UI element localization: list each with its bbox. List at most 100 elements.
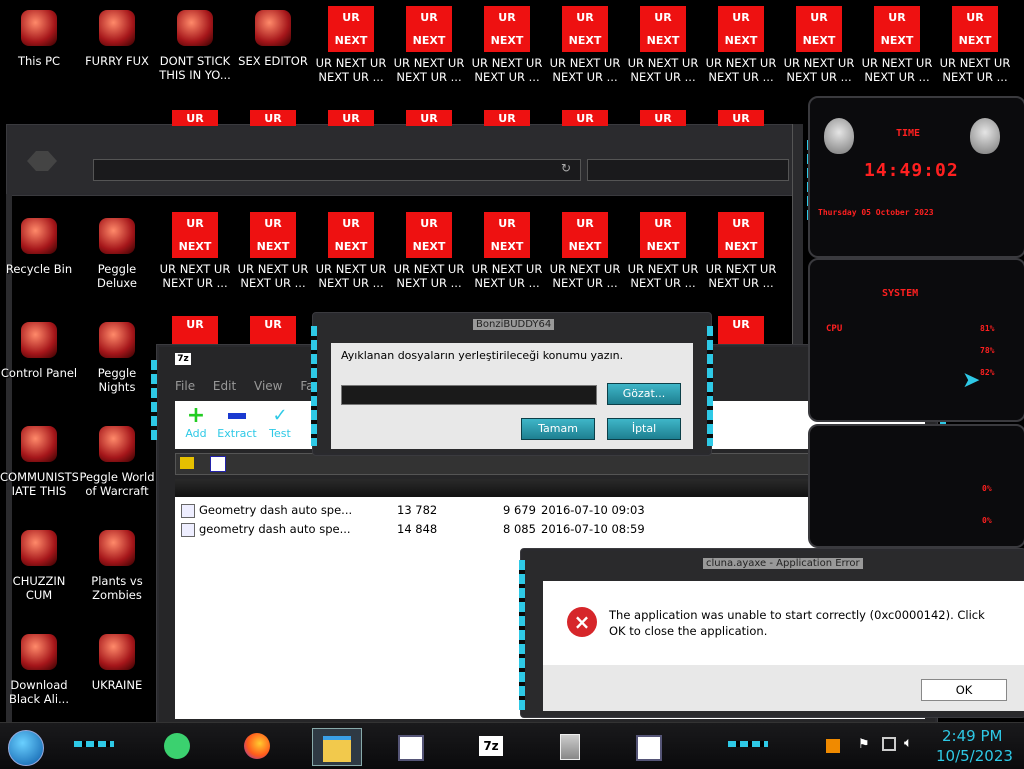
desktop-icon-label: UR NEXT UR NEXT UR ... — [159, 262, 231, 290]
file-packed: 9 679 — [503, 503, 536, 517]
ur-next-icon-top-6[interactable]: UR NEXT UR NEXT UR NEXT UR ... — [780, 6, 858, 84]
desktop-icon-label: UR NEXT UR NEXT UR ... — [393, 262, 465, 290]
ur-next-icon-top-3[interactable]: UR NEXT UR NEXT UR NEXT UR ... — [546, 6, 624, 84]
explorer-nav-icon[interactable] — [27, 151, 57, 171]
ur-next-icon-row2-3[interactable]: UR NEXT UR NEXT UR NEXT UR ... — [390, 212, 468, 290]
monitor-icon — [17, 6, 61, 50]
desktop-icon-col1-2[interactable]: COMMUNISTS IATE THIS G... — [0, 422, 78, 500]
system-gadget: SYSTEM CPU 81% 78% 82% ➤ — [808, 258, 1024, 422]
control-panel-icon — [17, 318, 61, 362]
desktop-icon-col1-0[interactable]: Recycle Bin — [0, 214, 78, 276]
test-button[interactable]: ✓ Test — [265, 405, 295, 440]
desktop-icon-col2-4[interactable]: UKRAINE — [78, 630, 156, 692]
desktop-icon-label: UR NEXT UR NEXT UR ... — [393, 56, 465, 84]
cursor-arrow-icon: ➤ — [962, 368, 981, 393]
ur-next-icon-row2-2[interactable]: UR NEXT UR NEXT UR NEXT UR ... — [312, 212, 390, 290]
tray-volume-icon[interactable]: 🔈︎ — [904, 735, 912, 751]
ur-next-icon-top-8[interactable]: UR NEXT UR NEXT UR NEXT UR ... — [936, 6, 1014, 84]
clock-time[interactable]: 2:49 PM — [942, 727, 1002, 745]
desktop-icon-label: UR NEXT UR NEXT UR ... — [549, 262, 621, 290]
dialog-right-deco — [707, 326, 713, 446]
desktop-icon-label: UR NEXT UR NEXT UR ... — [705, 262, 777, 290]
ur-next-icon-partial[interactable]: UR — [250, 110, 296, 126]
desktop-icon-label: Download Black Ali... — [9, 678, 69, 706]
taskbar: 7z ⚑ 🔈︎ 2:49 PM 10/5/2023 — [0, 722, 1024, 769]
ur-next-icon-top-1[interactable]: UR NEXT UR NEXT UR NEXT UR ... — [390, 6, 468, 84]
ok-button[interactable]: Tamam — [521, 418, 595, 440]
desktop-icon-1[interactable]: FURRY FUX — [78, 6, 156, 68]
ur-next-icon-partial[interactable]: UR — [172, 316, 218, 344]
refresh-icon[interactable]: ↻ — [561, 161, 571, 175]
tray-network-icon[interactable] — [882, 737, 896, 751]
ur-next-icon-row2-0[interactable]: UR NEXT UR NEXT UR NEXT UR ... — [156, 212, 234, 290]
firefox-icon — [95, 6, 139, 50]
ur-next-icon-partial[interactable]: UR — [250, 316, 296, 344]
desktop-icon-label: UR NEXT UR NEXT UR ... — [549, 56, 621, 84]
taskbar-app-chat[interactable] — [162, 731, 192, 761]
gadget-time: 14:49:02 — [864, 160, 959, 181]
ur-next-icon-partial[interactable]: UR — [640, 110, 686, 126]
desktop-icon-col2-2[interactable]: Peggle World of Warcraft — [78, 422, 156, 498]
ur-next-icon-row2-6[interactable]: UR NEXT UR NEXT UR NEXT UR ... — [624, 212, 702, 290]
ur-next-icon-row2-7[interactable]: UR NEXT UR NEXT UR NEXT UR ... — [702, 212, 780, 290]
clock-date[interactable]: 10/5/2023 — [936, 747, 1013, 765]
ur-next-icon-top-7[interactable]: UR NEXT UR NEXT UR NEXT UR ... — [858, 6, 936, 84]
error-dialog-title: cluna.ayaxe - Application Error — [703, 558, 863, 569]
extract-path-input[interactable] — [341, 385, 597, 405]
cancel-button[interactable]: İptal — [607, 418, 681, 440]
desktop-icon-2[interactable]: DONT STICK THIS IN YO... — [156, 6, 234, 82]
ur-next-icon-row2-1[interactable]: UR NEXT UR NEXT UR NEXT UR ... — [234, 212, 312, 290]
desktop-icon-label: This PC — [17, 54, 61, 68]
explorer-address-bar[interactable] — [93, 159, 581, 181]
ur-next-icon-partial[interactable]: UR — [718, 316, 764, 344]
desktop-icon-label: Peggle World of Warcraft — [79, 470, 155, 498]
taskbar-app-firefox[interactable] — [242, 731, 272, 761]
extract-button[interactable]: Extract — [217, 405, 257, 440]
ur-next-icon-top-5[interactable]: UR NEXT UR NEXT UR NEXT UR ... — [702, 6, 780, 84]
desktop-icon-col2-3[interactable]: Plants vs Zombies — [78, 526, 156, 602]
taskbar-app-7zip[interactable]: 7z — [476, 731, 506, 761]
notepad-icon — [636, 735, 662, 761]
taskbar-app-setup[interactable] — [554, 731, 584, 761]
menu-file[interactable]: File — [175, 379, 195, 393]
ur-next-icon-top-4[interactable]: UR NEXT UR NEXT UR NEXT UR ... — [624, 6, 702, 84]
ur-next-icon-top-0[interactable]: UR NEXT UR NEXT UR NEXT UR ... — [312, 6, 390, 84]
cpu-value-1: 81% — [980, 324, 995, 333]
add-button[interactable]: + Add — [181, 405, 211, 441]
desktop-icon-3[interactable]: SEX EDITOR — [234, 6, 312, 68]
taskbar-app-explorer[interactable] — [312, 728, 362, 766]
desktop-icon-0[interactable]: This PC — [0, 6, 78, 68]
ur-next-icon-partial[interactable]: UR — [172, 110, 218, 126]
start-button[interactable] — [8, 730, 44, 766]
money-bag-icon — [17, 422, 61, 466]
desktop-icon-col1-1[interactable]: Control Panel — [0, 318, 78, 380]
folder-up-icon[interactable] — [180, 457, 194, 469]
ur-next-icon-top-2[interactable]: UR NEXT UR NEXT UR NEXT UR ... — [468, 6, 546, 84]
taskbar-app-notepad-1[interactable] — [394, 731, 424, 761]
ur-next-icon-row2-5[interactable]: UR NEXT UR NEXT UR NEXT UR ... — [546, 212, 624, 290]
ur-next-icon: UR NEXT — [484, 6, 530, 52]
ur-next-icon-partial[interactable]: UR — [718, 110, 764, 126]
desktop-icon-col1-4[interactable]: Download Black Ali... — [0, 630, 78, 706]
menu-view[interactable]: View — [254, 379, 282, 393]
ur-next-icon: UR NEXT — [718, 212, 764, 258]
menu-edit[interactable]: Edit — [213, 379, 236, 393]
cpu-label: CPU — [826, 324, 843, 334]
desktop-icon-col1-3[interactable]: CHUZZIN CUM — [0, 526, 78, 602]
tray-flag-icon[interactable]: ⚑ — [858, 737, 870, 752]
ur-next-icon-partial[interactable]: UR — [406, 110, 452, 126]
tray-java-icon[interactable] — [826, 739, 840, 753]
error-message: The application was unable to start corr… — [609, 608, 985, 638]
ur-next-icon-partial[interactable]: UR — [562, 110, 608, 126]
browse-button[interactable]: Gözat... — [607, 383, 681, 405]
desktop-icon-col2-0[interactable]: Peggle Deluxe — [78, 214, 156, 290]
desktop-icon-col2-1[interactable]: Peggle Nights Deluxe — [78, 318, 156, 396]
taskbar-app-notepad-2[interactable] — [632, 731, 662, 761]
error-ok-button[interactable]: OK — [921, 679, 1007, 701]
explorer-search-box[interactable] — [587, 159, 789, 181]
cpu-value-3: 82% — [980, 368, 995, 377]
ur-next-icon-row2-4[interactable]: UR NEXT UR NEXT UR NEXT UR ... — [468, 212, 546, 290]
ur-next-icon-partial[interactable]: UR — [328, 110, 374, 126]
ur-next-icon: UR NEXT — [484, 212, 530, 258]
ur-next-icon-partial[interactable]: UR — [484, 110, 530, 126]
